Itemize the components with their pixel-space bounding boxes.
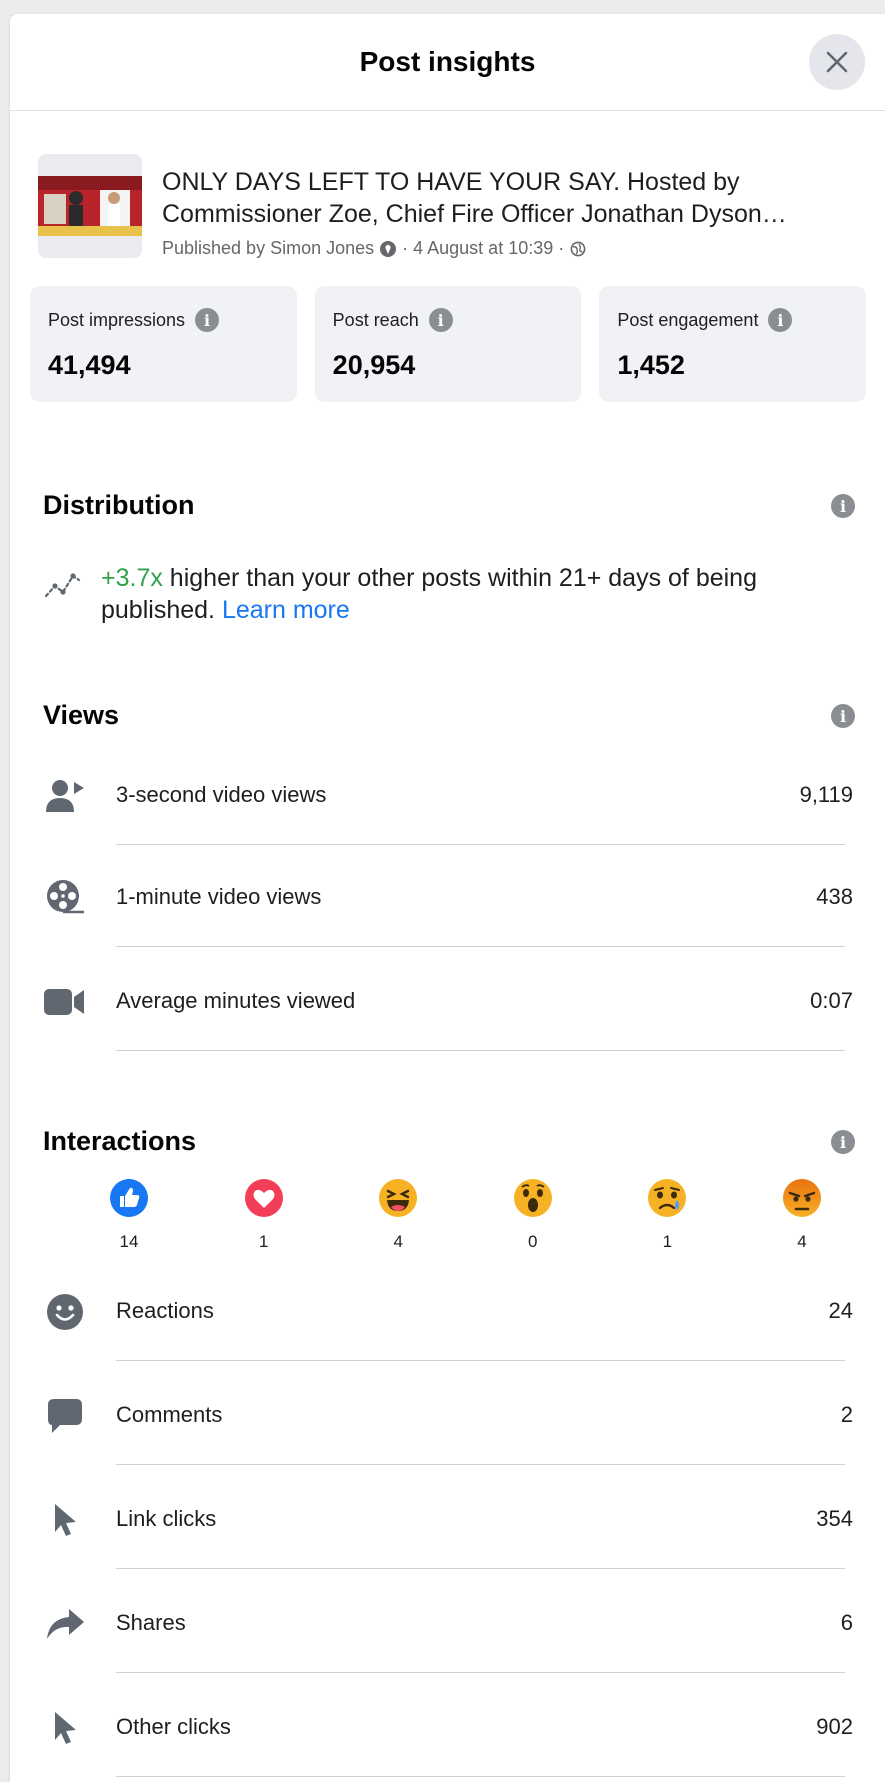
interactions-heading: Interactions [43, 1126, 197, 1156]
stat-value: 1,452 [617, 350, 685, 380]
stat-label: Post engagement [617, 309, 759, 330]
sad-reaction-icon [648, 1179, 687, 1217]
publisher-text: Published by Simon Jones [162, 238, 375, 258]
learn-more-link[interactable]: Learn more [222, 596, 350, 624]
metric-row-comments: Comments 2 [43, 1388, 853, 1465]
reaction-count: 1 [662, 1232, 673, 1251]
metric-label: 3-second video views [116, 782, 327, 807]
reaction-breakdown: 14 1 4 0 1 4 [98, 1178, 833, 1252]
location-pin-icon [380, 240, 397, 257]
wow-reaction-icon [513, 1179, 552, 1217]
metric-value: 902 [816, 1714, 853, 1739]
metric-label: Link clicks [116, 1506, 217, 1531]
stat-label: Post impressions [48, 309, 186, 330]
stat-value: 20,954 [332, 350, 416, 380]
comment-bubble-icon [43, 1394, 87, 1438]
metric-value: 0:07 [810, 988, 853, 1013]
metric-label: 1-minute video views [116, 884, 322, 909]
reaction-sad[interactable]: 1 [636, 1178, 698, 1252]
metric-label: Reactions [116, 1298, 214, 1323]
reaction-love[interactable]: 1 [233, 1178, 295, 1252]
divider [116, 1776, 845, 1777]
reaction-count: 14 [119, 1232, 139, 1251]
info-icon[interactable]: i [768, 308, 793, 332]
metric-row-1m-views: 1-minute video views 438 [43, 870, 853, 947]
post-summary[interactable]: ONLY DAYS LEFT TO HAVE YOUR SAY. Hosted … [30, 154, 865, 264]
metric-row-reactions: Reactions 24 [43, 1284, 853, 1361]
metric-value: 6 [840, 1610, 853, 1635]
reaction-like[interactable]: 14 [98, 1178, 160, 1252]
stat-card-reach: Post reach i 20,954 [314, 286, 582, 402]
reaction-count: 0 [528, 1232, 538, 1251]
metric-row-link-clicks: Link clicks 354 [43, 1492, 853, 1569]
metric-value: 24 [828, 1298, 853, 1323]
film-reel-icon [43, 876, 87, 920]
post-meta: Published by Simon Jones · 4 August at 1… [162, 238, 586, 259]
post-thumbnail [38, 154, 142, 258]
metric-label: Shares [116, 1610, 186, 1635]
metric-value: 438 [816, 884, 853, 909]
love-reaction-icon [244, 1179, 283, 1217]
dialog-header: Post insights [10, 14, 885, 111]
metric-row-shares: Shares 6 [43, 1596, 853, 1673]
stat-cards: Post impressions i 41,494 Post reach i 2… [30, 286, 867, 402]
metric-value: 2 [840, 1402, 853, 1427]
stat-value: 41,494 [48, 350, 131, 380]
distribution-multiplier: +3.7x [101, 564, 163, 592]
divider [116, 1050, 845, 1051]
reaction-count: 1 [258, 1232, 269, 1251]
share-arrow-icon [43, 1602, 87, 1646]
post-caption: ONLY DAYS LEFT TO HAVE YOUR SAY. Hosted … [162, 168, 787, 228]
video-camera-icon [43, 980, 87, 1024]
divider [116, 844, 845, 845]
divider [116, 1672, 845, 1673]
metric-label: Other clicks [116, 1714, 231, 1739]
stat-label: Post reach [332, 309, 419, 330]
post-insights-dialog: Post insights ONLY DAYS LEFT TO HAVE YOU… [10, 14, 885, 1782]
trend-line-icon [44, 573, 81, 598]
publish-date: · 4 August at 10:39 · [402, 238, 565, 258]
reaction-haha[interactable]: 4 [367, 1178, 429, 1252]
metric-value: 354 [816, 1506, 853, 1531]
divider [116, 1568, 845, 1569]
reaction-wow[interactable]: 0 [502, 1178, 564, 1252]
dialog-title: Post insights [359, 46, 536, 77]
reaction-angry[interactable]: 4 [771, 1178, 833, 1252]
info-icon[interactable]: i [195, 308, 220, 332]
info-icon[interactable]: i [831, 494, 855, 518]
metric-label: Comments [116, 1402, 223, 1427]
stat-card-impressions: Post impressions i 41,494 [30, 286, 297, 402]
divider [116, 946, 845, 947]
info-icon[interactable]: i [831, 1130, 855, 1154]
distribution-heading: Distribution [43, 490, 195, 520]
reaction-count: 4 [797, 1232, 807, 1251]
cursor-icon [43, 1498, 87, 1542]
close-icon [826, 51, 848, 73]
metric-row-3s-views: 3-second video views 9,119 [43, 768, 853, 845]
person-play-icon [43, 774, 87, 818]
info-icon[interactable]: i [428, 308, 453, 332]
stat-card-engagement: Post engagement i 1,452 [599, 286, 867, 402]
metric-row-avg-minutes: Average minutes viewed 0:07 [43, 974, 853, 1051]
divider [116, 1464, 845, 1465]
angry-reaction-icon [782, 1179, 821, 1217]
cursor-icon [43, 1706, 87, 1750]
smiley-icon [43, 1290, 87, 1334]
distribution-text: higher than your other posts within 21+ … [101, 564, 757, 624]
metric-row-other-clicks: Other clicks 902 [43, 1700, 853, 1777]
views-heading: Views [43, 700, 120, 730]
metric-label: Average minutes viewed [116, 988, 356, 1013]
reaction-count: 4 [393, 1232, 403, 1251]
globe-icon [570, 241, 586, 256]
haha-reaction-icon [379, 1179, 418, 1217]
divider [116, 1360, 845, 1361]
metric-value: 9,119 [799, 782, 853, 807]
close-button[interactable] [809, 34, 865, 90]
info-icon[interactable]: i [831, 704, 855, 728]
like-reaction-icon [110, 1179, 148, 1217]
